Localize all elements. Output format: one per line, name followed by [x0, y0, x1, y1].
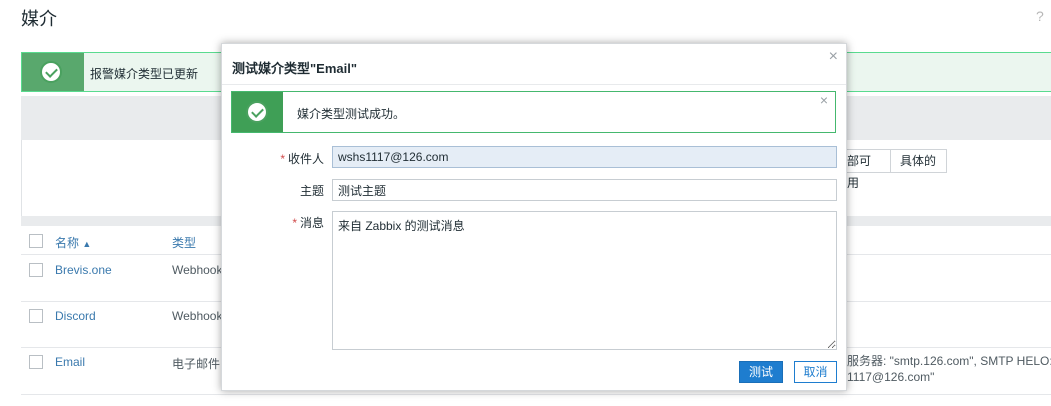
test-success-message: 媒介类型测试成功。 × [231, 91, 836, 133]
success-strip [22, 53, 84, 91]
media-type-type: Webhook [172, 309, 223, 323]
divider [222, 84, 846, 85]
sort-asc-icon: ▲ [82, 239, 92, 249]
cancel-button[interactable]: 取消 [794, 361, 837, 383]
subject-label: 主题 [299, 184, 324, 198]
test-media-type-dialog: 测试媒介类型"Email" × 媒介类型测试成功。 × *收件人 主题 *消息 … [221, 43, 847, 391]
media-type-link[interactable]: Brevis.one [55, 263, 112, 277]
column-header-type[interactable]: 类型 [172, 234, 196, 251]
row-checkbox[interactable] [29, 355, 43, 369]
row-checkbox[interactable] [29, 263, 43, 277]
check-circle-icon [246, 101, 268, 123]
media-type-link[interactable]: Discord [55, 309, 96, 323]
filter-segment-enabled[interactable]: 部可用 [840, 149, 891, 190]
close-icon[interactable]: × [820, 92, 828, 108]
help-icon[interactable]: ? [1036, 8, 1044, 24]
media-type-type: Webhook [172, 263, 223, 277]
background-success-text: 报警媒介类型已更新 [90, 67, 199, 81]
details-line: 服务器: "smtp.126.com", SMTP HELO: "12 [847, 354, 1051, 368]
success-strip [232, 92, 283, 132]
media-type-details: 服务器: "smtp.126.com", SMTP HELO: "12 1117… [847, 353, 1051, 385]
select-all-checkbox[interactable] [29, 234, 43, 248]
test-button[interactable]: 测试 [739, 361, 783, 383]
dialog-title: 测试媒介类型"Email" [232, 61, 358, 76]
required-mark: * [280, 152, 285, 166]
media-type-link[interactable]: Email [55, 355, 85, 369]
page-title: 媒介 [21, 9, 57, 29]
filter-segment-specific[interactable]: 具体的 [891, 149, 947, 173]
row-checkbox[interactable] [29, 309, 43, 323]
details-line: 1117@126.com" [847, 370, 935, 384]
subject-input[interactable] [332, 179, 837, 201]
check-circle-icon [40, 61, 62, 83]
column-header-name[interactable]: 名称 ▲ [55, 234, 91, 251]
media-type-type: 电子邮件 [172, 357, 221, 371]
recipient-input[interactable] [332, 146, 837, 168]
test-success-text: 媒介类型测试成功。 [297, 107, 406, 121]
close-icon[interactable]: × [829, 48, 838, 66]
recipient-label: * 收件人 [280, 152, 324, 166]
message-label: * 消息 [292, 216, 324, 230]
message-textarea[interactable]: 来自 Zabbix 的测试消息 [332, 211, 837, 350]
required-mark: * [292, 216, 297, 230]
